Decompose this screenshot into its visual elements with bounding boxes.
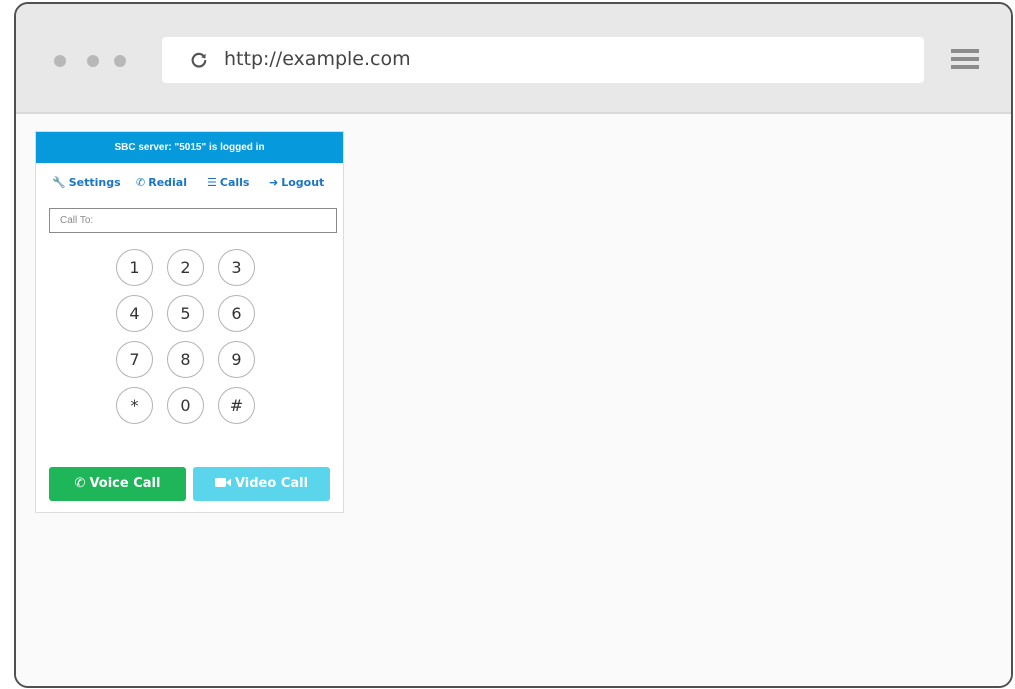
list-icon: ☰ <box>207 176 217 189</box>
phone-icon: ✆ <box>74 476 86 491</box>
softphone-widget: SBC server: "5015" is logged in 🔧 Setting… <box>35 131 344 513</box>
key-9[interactable]: 9 <box>218 341 255 378</box>
voice-call-label: Voice Call <box>89 476 161 491</box>
key-2[interactable]: 2 <box>167 249 204 286</box>
voice-call-button[interactable]: ✆ Voice Call <box>49 467 186 501</box>
key-6[interactable]: 6 <box>218 295 255 332</box>
url-text[interactable]: http://example.com <box>224 48 411 70</box>
key-3[interactable]: 3 <box>218 249 255 286</box>
calls-link[interactable]: ☰ Calls <box>207 176 249 189</box>
window-dot-2[interactable] <box>87 55 99 67</box>
video-call-button[interactable]: Video Call <box>193 467 330 501</box>
key-1[interactable]: 1 <box>116 249 153 286</box>
key-8[interactable]: 8 <box>167 341 204 378</box>
logout-link[interactable]: ➜ Logout <box>269 176 324 189</box>
key-4[interactable]: 4 <box>116 295 153 332</box>
video-camera-icon <box>214 478 231 487</box>
phone-nav: 🔧 Settings ✆ Redial ☰ Calls ➜ Logout <box>36 163 343 203</box>
redial-label: Redial <box>148 176 187 189</box>
redial-link[interactable]: ✆ Redial <box>136 176 187 189</box>
key-star[interactable]: * <box>116 387 153 424</box>
browser-toolbar: http://example.com <box>16 4 1011 114</box>
address-bar[interactable]: http://example.com <box>162 37 924 83</box>
logout-label: Logout <box>281 176 325 189</box>
video-call-label: Video Call <box>234 476 309 491</box>
settings-link[interactable]: 🔧 Settings <box>52 176 121 189</box>
sign-out-icon: ➜ <box>269 176 279 189</box>
window-dot-3[interactable] <box>114 55 126 67</box>
hamburger-menu-icon[interactable] <box>951 49 979 69</box>
calls-label: Calls <box>219 176 250 189</box>
key-5[interactable]: 5 <box>167 295 204 332</box>
window-dot-1[interactable] <box>54 55 66 67</box>
settings-label: Settings <box>68 176 121 189</box>
key-0[interactable]: 0 <box>167 387 204 424</box>
phone-icon: ✆ <box>136 176 146 189</box>
reload-icon[interactable] <box>190 51 208 69</box>
key-hash[interactable]: # <box>218 387 255 424</box>
wrench-icon: 🔧 <box>52 176 66 189</box>
key-7[interactable]: 7 <box>116 341 153 378</box>
call-to-input[interactable] <box>49 208 337 233</box>
login-status: SBC server: "5015" is logged in <box>36 132 343 163</box>
browser-window: http://example.com SBC server: "5015" is… <box>14 2 1013 688</box>
